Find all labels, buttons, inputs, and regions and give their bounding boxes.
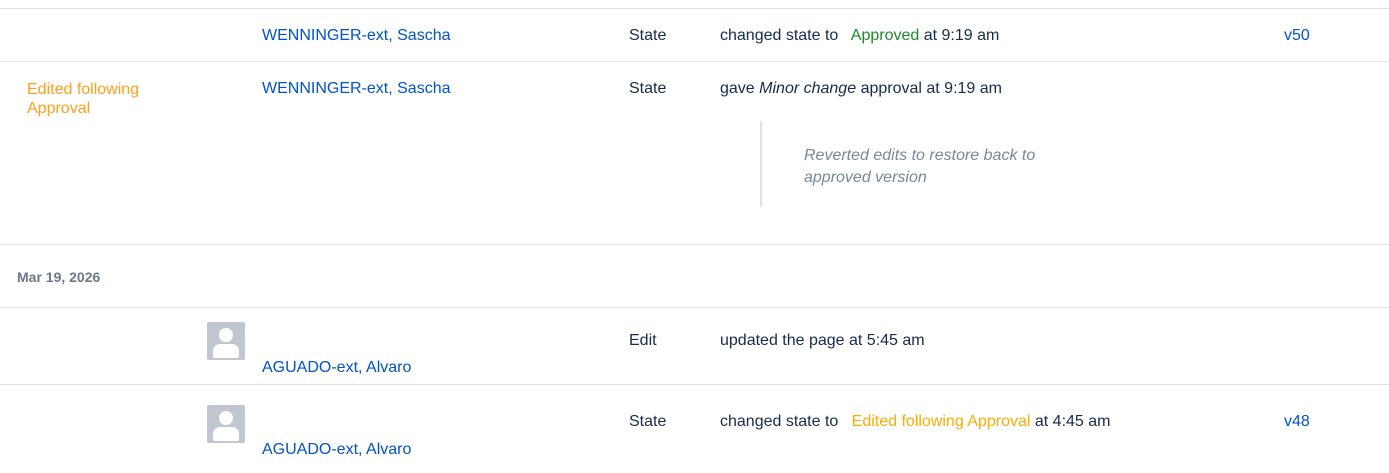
description-prefix: changed state to [720, 27, 839, 44]
default-user-avatar-icon[interactable] [207, 405, 245, 443]
row-divider [0, 307, 1389, 308]
author-link[interactable]: AGUADO-ext, Alvaro [262, 358, 411, 377]
state-approved-label: Approved [850, 27, 920, 44]
change-type: Edit [629, 332, 657, 349]
description-suffix: approval at 9:19 am [860, 80, 1002, 97]
row-divider [0, 8, 1389, 9]
change-type: State [629, 27, 667, 44]
description-prefix: gave [720, 80, 755, 97]
version-link[interactable]: v48 [1284, 412, 1310, 431]
approval-comment: Reverted edits to restore back to approv… [760, 121, 1102, 207]
date-group-header: Mar 19, 2026 [17, 269, 101, 285]
version-link[interactable]: v50 [1284, 26, 1310, 45]
change-description: updated the page at 5:45 am [720, 332, 925, 349]
description-prefix: changed state to [720, 413, 839, 430]
author-link[interactable]: WENNINGER-ext, Sascha [262, 26, 450, 45]
default-user-avatar-icon[interactable] [207, 322, 245, 360]
change-description: gave Minor change approval at 9:19 am [720, 79, 1002, 98]
change-type: State [629, 80, 667, 97]
author-link[interactable]: WENNINGER-ext, Sascha [262, 79, 450, 98]
approval-comment-text: Reverted edits to restore back to approv… [804, 147, 1036, 186]
state-edited-label: Edited following Approval [851, 413, 1031, 430]
row-divider [0, 61, 1389, 62]
description-suffix: at 4:45 am [1034, 413, 1111, 430]
page-history-table: WENNINGER-ext, Sascha State changed stat… [0, 0, 1389, 473]
minor-change-label: Minor change [759, 80, 857, 97]
change-type: State [629, 413, 667, 430]
row-divider [0, 384, 1389, 385]
change-description: changed state to Edited following Approv… [720, 412, 1111, 431]
description-suffix: at 9:19 am [923, 27, 1000, 44]
change-description: changed state to Approved at 9:19 am [720, 26, 999, 45]
status-edited-following-approval: Edited following Approval [27, 81, 140, 117]
author-link[interactable]: AGUADO-ext, Alvaro [262, 440, 411, 459]
row-divider [0, 244, 1389, 245]
